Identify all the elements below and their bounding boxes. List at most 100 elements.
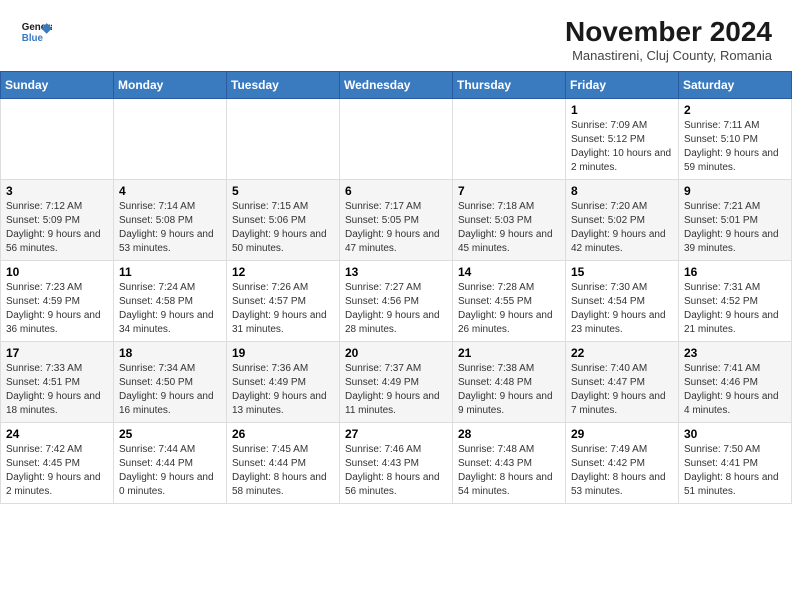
calendar-cell: 19Sunrise: 7:36 AM Sunset: 4:49 PM Dayli… [227,342,340,423]
day-number: 22 [571,346,673,360]
calendar-cell: 7Sunrise: 7:18 AM Sunset: 5:03 PM Daylig… [453,180,566,261]
weekday-header: Monday [114,72,227,99]
day-number: 30 [684,427,786,441]
svg-text:Blue: Blue [22,33,44,44]
calendar-cell [1,99,114,180]
logo: General Blue [20,16,52,48]
day-number: 25 [119,427,221,441]
calendar-week-row: 17 Sunrise: 7:33 AM Sunset: 4:51 PM Dayli… [1,342,792,423]
day-info: Sunrise: 7:15 AM Sunset: 5:06 PM Dayligh… [232,200,334,256]
day-number: 16 [684,265,786,279]
calendar-cell: 16 Sunrise: 7:31 AM Sunset: 4:52 PM Dayli… [679,261,792,342]
calendar-cell: 20 Sunrise: 7:37 AM Sunset: 4:49 PM Dayli… [340,342,453,423]
weekday-header: Friday [566,72,679,99]
day-number: 18 [119,346,221,360]
day-number: 17 [6,346,108,360]
day-info: Sunrise: 7:31 AM Sunset: 4:52 PM Dayligh… [684,281,786,337]
day-info: Sunrise: 7:36 AM Sunset: 4:49 PM Dayligh… [232,362,334,418]
day-number: 27 [345,427,447,441]
day-info: Sunrise: 7:14 AM Sunset: 5:08 PM Dayligh… [119,200,221,256]
day-number: 23 [684,346,786,360]
day-info: Sunrise: 7:42 AM Sunset: 4:45 PM Dayligh… [6,443,108,499]
day-number: 8 [571,184,673,198]
weekday-header: Thursday [453,72,566,99]
day-number: 15 [571,265,673,279]
day-number: 26 [232,427,334,441]
calendar-cell: 12Sunrise: 7:26 AM Sunset: 4:57 PM Dayli… [227,261,340,342]
calendar-week-row: 1 Sunrise: 7:09 AM Sunset: 5:12 PM Daylig… [1,99,792,180]
calendar-cell: 1 Sunrise: 7:09 AM Sunset: 5:12 PM Daylig… [566,99,679,180]
day-info: Sunrise: 7:40 AM Sunset: 4:47 PM Dayligh… [571,362,673,418]
page-header: General Blue November 2024 Manastireni, … [0,0,792,71]
day-info: Sunrise: 7:26 AM Sunset: 4:57 PM Dayligh… [232,281,334,337]
day-number: 11 [119,265,221,279]
calendar-cell: 25 Sunrise: 7:44 AM Sunset: 4:44 PM Dayli… [114,423,227,504]
day-info: Sunrise: 7:30 AM Sunset: 4:54 PM Dayligh… [571,281,673,337]
day-info: Sunrise: 7:28 AM Sunset: 4:55 PM Dayligh… [458,281,560,337]
day-info: Sunrise: 7:33 AM Sunset: 4:51 PM Dayligh… [6,362,108,418]
day-info: Sunrise: 7:11 AM Sunset: 5:10 PM Dayligh… [684,119,786,175]
calendar-cell: 23 Sunrise: 7:41 AM Sunset: 4:46 PM Dayli… [679,342,792,423]
title-block: November 2024 Manastireni, Cluj County, … [565,16,772,63]
calendar-cell: 13 Sunrise: 7:27 AM Sunset: 4:56 PM Dayli… [340,261,453,342]
day-number: 6 [345,184,447,198]
day-info: Sunrise: 7:12 AM Sunset: 5:09 PM Dayligh… [6,200,108,256]
page-title: November 2024 [565,16,772,48]
calendar-cell: 17 Sunrise: 7:33 AM Sunset: 4:51 PM Dayli… [1,342,114,423]
day-info: Sunrise: 7:38 AM Sunset: 4:48 PM Dayligh… [458,362,560,418]
calendar-cell: 29 Sunrise: 7:49 AM Sunset: 4:42 PM Dayli… [566,423,679,504]
weekday-header: Tuesday [227,72,340,99]
day-number: 9 [684,184,786,198]
calendar-cell: 9Sunrise: 7:21 AM Sunset: 5:01 PM Daylig… [679,180,792,261]
day-info: Sunrise: 7:27 AM Sunset: 4:56 PM Dayligh… [345,281,447,337]
day-info: Sunrise: 7:17 AM Sunset: 5:05 PM Dayligh… [345,200,447,256]
day-number: 5 [232,184,334,198]
weekday-header: Saturday [679,72,792,99]
day-number: 24 [6,427,108,441]
day-info: Sunrise: 7:48 AM Sunset: 4:43 PM Dayligh… [458,443,560,499]
calendar-cell: 18Sunrise: 7:34 AM Sunset: 4:50 PM Dayli… [114,342,227,423]
day-info: Sunrise: 7:46 AM Sunset: 4:43 PM Dayligh… [345,443,447,499]
calendar-cell: 28Sunrise: 7:48 AM Sunset: 4:43 PM Dayli… [453,423,566,504]
calendar-cell [453,99,566,180]
day-number: 10 [6,265,108,279]
calendar-cell [340,99,453,180]
calendar-cell: 8 Sunrise: 7:20 AM Sunset: 5:02 PM Daylig… [566,180,679,261]
day-number: 4 [119,184,221,198]
calendar-cell: 15 Sunrise: 7:30 AM Sunset: 4:54 PM Dayli… [566,261,679,342]
calendar-cell: 10Sunrise: 7:23 AM Sunset: 4:59 PM Dayli… [1,261,114,342]
weekday-header: Sunday [1,72,114,99]
calendar-cell [114,99,227,180]
day-number: 29 [571,427,673,441]
calendar-week-row: 10Sunrise: 7:23 AM Sunset: 4:59 PM Dayli… [1,261,792,342]
calendar-cell: 21 Sunrise: 7:38 AM Sunset: 4:48 PM Dayli… [453,342,566,423]
calendar-week-row: 3 Sunrise: 7:12 AM Sunset: 5:09 PM Daylig… [1,180,792,261]
calendar-cell: 5 Sunrise: 7:15 AM Sunset: 5:06 PM Daylig… [227,180,340,261]
day-number: 1 [571,103,673,117]
calendar-cell: 3 Sunrise: 7:12 AM Sunset: 5:09 PM Daylig… [1,180,114,261]
calendar-cell: 11Sunrise: 7:24 AM Sunset: 4:58 PM Dayli… [114,261,227,342]
day-info: Sunrise: 7:18 AM Sunset: 5:03 PM Dayligh… [458,200,560,256]
day-info: Sunrise: 7:20 AM Sunset: 5:02 PM Dayligh… [571,200,673,256]
day-info: Sunrise: 7:41 AM Sunset: 4:46 PM Dayligh… [684,362,786,418]
calendar-cell: 26 Sunrise: 7:45 AM Sunset: 4:44 PM Dayli… [227,423,340,504]
day-number: 13 [345,265,447,279]
day-info: Sunrise: 7:09 AM Sunset: 5:12 PM Dayligh… [571,119,673,175]
calendar-week-row: 24 Sunrise: 7:42 AM Sunset: 4:45 PM Dayli… [1,423,792,504]
calendar-cell [227,99,340,180]
calendar-cell: 27 Sunrise: 7:46 AM Sunset: 4:43 PM Dayli… [340,423,453,504]
calendar-cell: 2Sunrise: 7:11 AM Sunset: 5:10 PM Daylig… [679,99,792,180]
calendar-table: SundayMondayTuesdayWednesdayThursdayFrid… [0,71,792,504]
day-number: 14 [458,265,560,279]
day-info: Sunrise: 7:37 AM Sunset: 4:49 PM Dayligh… [345,362,447,418]
day-info: Sunrise: 7:45 AM Sunset: 4:44 PM Dayligh… [232,443,334,499]
day-number: 3 [6,184,108,198]
calendar-cell: 14 Sunrise: 7:28 AM Sunset: 4:55 PM Dayli… [453,261,566,342]
day-info: Sunrise: 7:44 AM Sunset: 4:44 PM Dayligh… [119,443,221,499]
logo-icon: General Blue [20,16,52,48]
calendar-cell: 6 Sunrise: 7:17 AM Sunset: 5:05 PM Daylig… [340,180,453,261]
day-info: Sunrise: 7:50 AM Sunset: 4:41 PM Dayligh… [684,443,786,499]
day-number: 21 [458,346,560,360]
day-info: Sunrise: 7:49 AM Sunset: 4:42 PM Dayligh… [571,443,673,499]
day-number: 20 [345,346,447,360]
